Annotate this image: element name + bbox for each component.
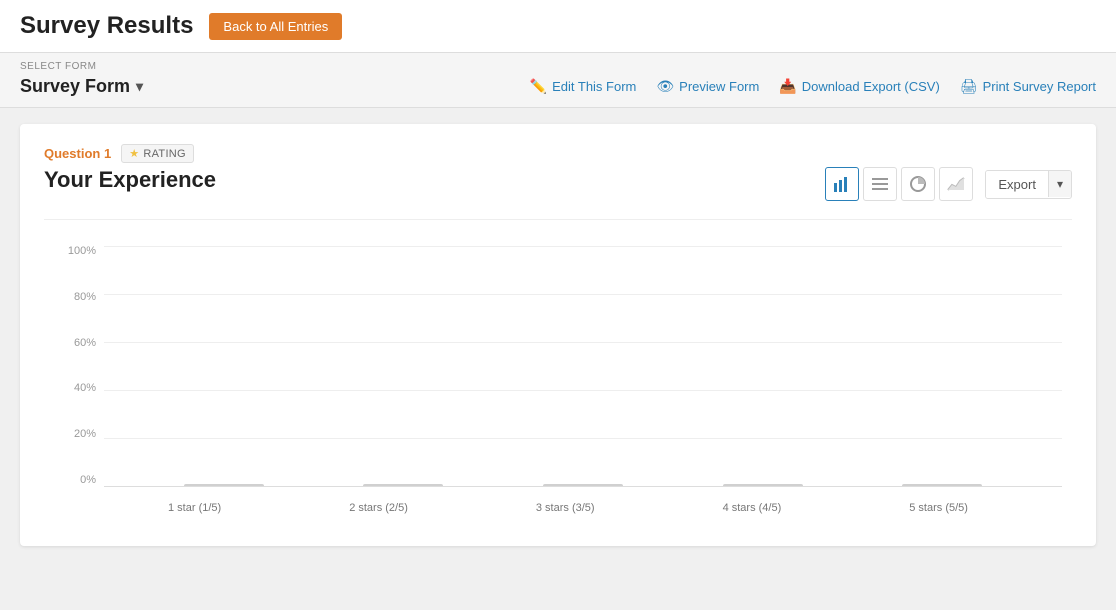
x-label-4stars: 4 stars (4/5) xyxy=(723,502,782,514)
area-chart-button[interactable] xyxy=(939,167,973,201)
bar-chart-icon xyxy=(833,175,851,193)
x-label-2stars: 2 stars (2/5) xyxy=(349,502,408,514)
form-select-row: Survey Form ▾ ✏️ Edit This Form 👁 Previe… xyxy=(20,76,1096,97)
table-icon xyxy=(871,175,889,193)
x-label-3stars: 3 stars (3/5) xyxy=(536,502,595,514)
question-number: Question 1 xyxy=(44,146,111,161)
question-header: Question 1 ★ RATING xyxy=(44,144,1072,163)
print-report-action[interactable]: 🖨 Print Survey Report xyxy=(960,78,1096,95)
back-button[interactable]: Back to All Entries xyxy=(209,13,342,40)
preview-form-label: Preview Form xyxy=(679,79,759,94)
select-form-label: SELECT FORM xyxy=(20,61,1096,72)
question-type-badge: ★ RATING xyxy=(121,144,194,163)
grid-line-0 xyxy=(104,486,1062,487)
top-header: Survey Results Back to All Entries xyxy=(0,0,1116,53)
bar-chart-container: 100% 80% 60% 40% 20% 0% xyxy=(44,236,1072,526)
page-title: Survey Results xyxy=(20,12,193,40)
x-axis-labels: 1 star (1/5) 2 stars (2/5) 3 stars (3/5)… xyxy=(54,486,1062,514)
form-select-bar: SELECT FORM Survey Form ▾ ✏️ Edit This F… xyxy=(0,53,1116,108)
edit-form-label: Edit This Form xyxy=(552,79,636,94)
preview-form-action[interactable]: 👁 Preview Form xyxy=(656,78,759,95)
eye-icon: 👁 xyxy=(656,78,674,95)
y-label-80: 80% xyxy=(74,292,96,303)
area-chart-icon xyxy=(947,175,965,193)
grid-line-40 xyxy=(104,390,1062,391)
grid-line-60 xyxy=(104,342,1062,343)
y-label-40: 40% xyxy=(74,383,96,394)
y-label-0: 0% xyxy=(80,475,96,486)
pie-chart-icon xyxy=(909,175,927,193)
selected-form-name: Survey Form xyxy=(20,76,130,97)
download-icon: 📥 xyxy=(779,78,796,95)
question-card: Question 1 ★ RATING Your Experience xyxy=(20,124,1096,546)
download-csv-action[interactable]: 📥 Download Export (CSV) xyxy=(779,78,939,95)
x-label-5stars: 5 stars (5/5) xyxy=(909,502,968,514)
x-label-1star: 1 star (1/5) xyxy=(168,502,221,514)
y-label-100: 100% xyxy=(68,246,96,257)
export-label[interactable]: Export xyxy=(986,171,1048,198)
form-dropdown[interactable]: Survey Form ▾ xyxy=(20,76,143,97)
edit-icon: ✏️ xyxy=(530,78,547,95)
star-icon: ★ xyxy=(129,147,139,160)
edit-form-action[interactable]: ✏️ Edit This Form xyxy=(530,78,637,95)
question-type-label: RATING xyxy=(143,148,186,160)
grid-line-20 xyxy=(104,438,1062,439)
export-dropdown[interactable]: Export ▾ xyxy=(985,170,1072,199)
grid-lines xyxy=(104,246,1062,486)
divider xyxy=(44,219,1072,220)
question-title: Your Experience xyxy=(44,167,216,193)
pie-chart-button[interactable] xyxy=(901,167,935,201)
main-content: Question 1 ★ RATING Your Experience xyxy=(0,108,1116,598)
print-icon: 🖨 xyxy=(960,78,978,95)
toolbar-actions: ✏️ Edit This Form 👁 Preview Form 📥 Downl… xyxy=(530,78,1096,95)
y-label-20: 20% xyxy=(74,429,96,440)
grid-line-80 xyxy=(104,294,1062,295)
table-view-button[interactable] xyxy=(863,167,897,201)
print-report-label: Print Survey Report xyxy=(983,79,1096,94)
grid-line-100 xyxy=(104,246,1062,247)
chevron-down-icon: ▾ xyxy=(136,78,143,95)
chart-toolbar: Export ▾ xyxy=(825,167,1072,201)
bar-chart-button[interactable] xyxy=(825,167,859,201)
export-chevron-icon[interactable]: ▾ xyxy=(1048,171,1071,197)
download-csv-label: Download Export (CSV) xyxy=(802,79,940,94)
y-label-60: 60% xyxy=(74,338,96,349)
